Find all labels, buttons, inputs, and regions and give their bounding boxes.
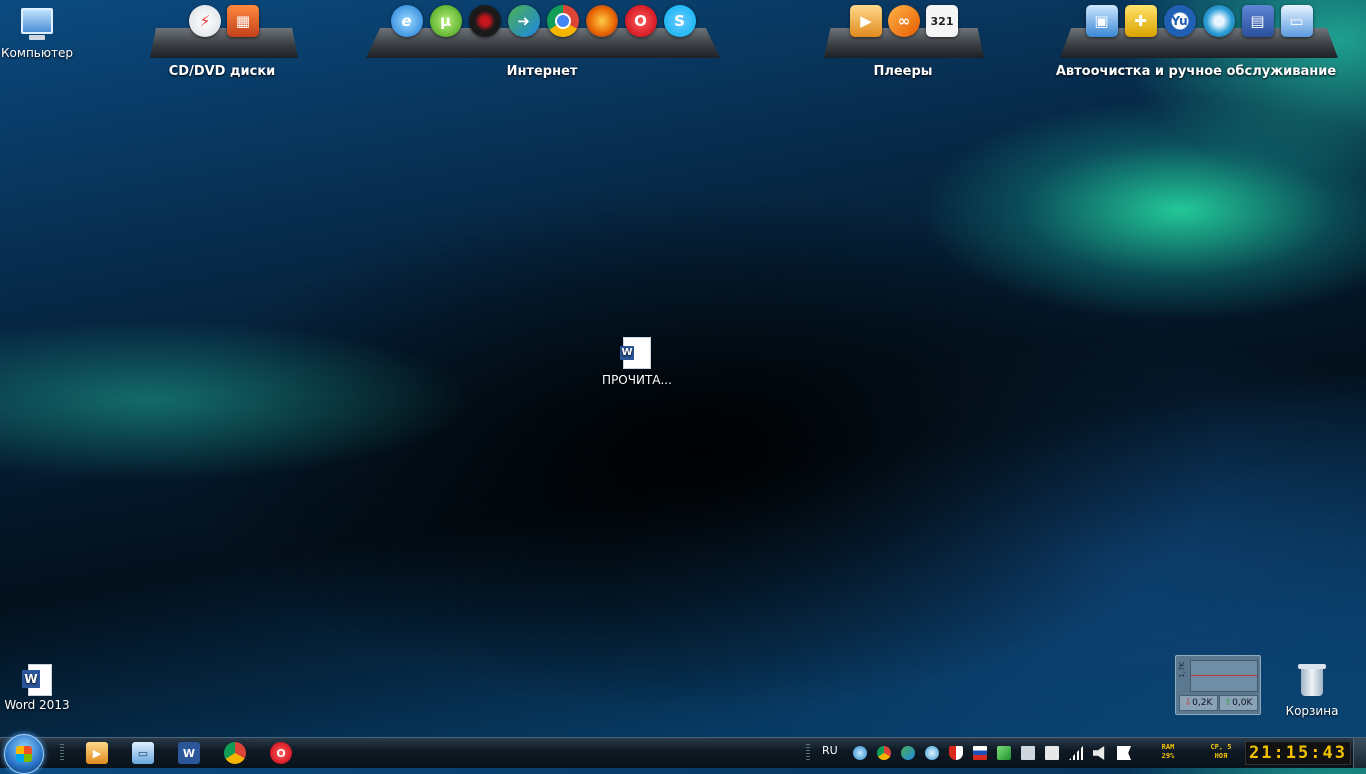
- firefox-icon[interactable]: [585, 5, 618, 37]
- network-monitor-gadget[interactable]: 1,7K ⇩0,2K ⇧0,0K: [1175, 655, 1261, 715]
- opera-icon[interactable]: O: [624, 5, 657, 37]
- tray-grip[interactable]: [806, 744, 810, 762]
- desktop-icon-computer[interactable]: Компьютер: [0, 8, 77, 60]
- internet-download-manager-icon[interactable]: ➜: [507, 5, 540, 37]
- dock-label-players: Плееры: [873, 64, 933, 79]
- tray-flag-ru-icon[interactable]: [973, 746, 987, 760]
- dock-maintenance: ▣ ✚ Yu ▤ ▭: [1060, 0, 1338, 58]
- tray-volume-icon[interactable]: [1093, 746, 1105, 760]
- desktop-icon-word-2013[interactable]: W Word 2013: [0, 664, 77, 712]
- tray-signal-icon[interactable]: [1069, 746, 1083, 760]
- media-player-icon[interactable]: ▶: [850, 5, 882, 37]
- system-info-icon[interactable]: ▭: [1280, 5, 1313, 37]
- taskbar-app-word[interactable]: W: [178, 742, 200, 764]
- utorrent-icon[interactable]: µ: [429, 5, 462, 37]
- desktop-icon-label: Word 2013: [4, 698, 70, 712]
- media-player-classic-icon[interactable]: 321: [926, 5, 958, 37]
- word-2013-icon: W: [22, 664, 52, 696]
- yu-icon[interactable]: Yu: [1163, 5, 1196, 37]
- desktop-icon-label: Корзина: [1285, 704, 1339, 718]
- ram-label: RAM: [1161, 743, 1175, 751]
- taskbar-grip[interactable]: [60, 744, 64, 762]
- desktop-icon-label: Компьютер: [1, 46, 73, 60]
- system-tools-icon[interactable]: ✚: [1124, 5, 1157, 37]
- tray-update-icon[interactable]: [997, 746, 1011, 760]
- burnaware-icon[interactable]: ⚡: [189, 5, 221, 37]
- dock-label-internet: Интернет: [506, 64, 578, 79]
- taskbar-app-chrome[interactable]: [224, 742, 246, 764]
- tray-action-center-flag-icon[interactable]: [1117, 746, 1131, 760]
- aimp-icon[interactable]: ∞: [888, 5, 920, 37]
- show-desktop-button[interactable]: [1353, 738, 1366, 768]
- taskbar: ▶ ▭ W O RU RAM 29% СР, 5 НОЯ 21:15:43: [0, 734, 1366, 774]
- clock[interactable]: 21:15:43: [1245, 741, 1351, 765]
- netmon-graph: [1190, 660, 1258, 692]
- taskbar-app-media-player[interactable]: ▶: [86, 742, 108, 764]
- desktop-icon-label: ПРОЧИТА...: [602, 373, 672, 387]
- date-month: НОЯ: [1214, 752, 1228, 760]
- word-document-icon: W: [620, 337, 651, 369]
- dock-label-maintenance: Автоочистка и ручное обслуживание: [1055, 64, 1337, 79]
- date-indicator[interactable]: СР, 5 НОЯ: [1205, 743, 1237, 761]
- internet-explorer-icon[interactable]: e: [390, 5, 423, 37]
- start-button[interactable]: [4, 734, 44, 774]
- disc-image-icon[interactable]: ▦: [227, 5, 259, 37]
- tray-shield-icon[interactable]: [949, 746, 963, 760]
- dock-players: ▶ ∞ 321: [824, 0, 984, 58]
- tray-power-icon[interactable]: [1045, 746, 1059, 760]
- netmon-download-rate: ⇩0,2K: [1179, 695, 1218, 711]
- date-day: СР, 5: [1210, 743, 1232, 751]
- media-get-icon[interactable]: [468, 5, 501, 37]
- language-indicator[interactable]: RU: [822, 744, 838, 757]
- tray-display-icon[interactable]: [1021, 746, 1035, 760]
- netmon-upload-rate: ⇧0,0K: [1219, 695, 1258, 711]
- dock-cd-dvd: ⚡ ▦: [150, 0, 298, 58]
- recycle-bin-icon: [1298, 664, 1326, 696]
- desktop-icon-document[interactable]: W ПРОЧИТА...: [597, 337, 677, 387]
- computer-icon: [21, 8, 53, 40]
- chrome-icon[interactable]: [546, 5, 579, 37]
- dock-label-cd-dvd: CD/DVD диски: [168, 64, 276, 79]
- taskbar-app-opera[interactable]: O: [270, 742, 292, 764]
- disc-cleanup-icon[interactable]: [1202, 5, 1235, 37]
- desktop-icon-recycle-bin[interactable]: Корзина: [1272, 664, 1352, 718]
- ram-usage-indicator: RAM 29%: [1154, 743, 1182, 761]
- ram-value: 29%: [1161, 752, 1175, 760]
- floppy-backup-icon[interactable]: ▤: [1241, 5, 1274, 37]
- taskbar-app-remote-desktop[interactable]: ▭: [132, 742, 154, 764]
- tray-chrome-icon[interactable]: [877, 746, 891, 760]
- tray-globe-icon[interactable]: [925, 746, 939, 760]
- dock-internet: e µ ➜ O S: [366, 0, 720, 58]
- control-panel-icon[interactable]: ▣: [1085, 5, 1118, 37]
- tray-network-status-icon[interactable]: [853, 746, 867, 760]
- tray-download-manager-icon[interactable]: [901, 746, 915, 760]
- skype-icon[interactable]: S: [663, 5, 696, 37]
- netmon-scale: 1,7K: [1178, 662, 1186, 678]
